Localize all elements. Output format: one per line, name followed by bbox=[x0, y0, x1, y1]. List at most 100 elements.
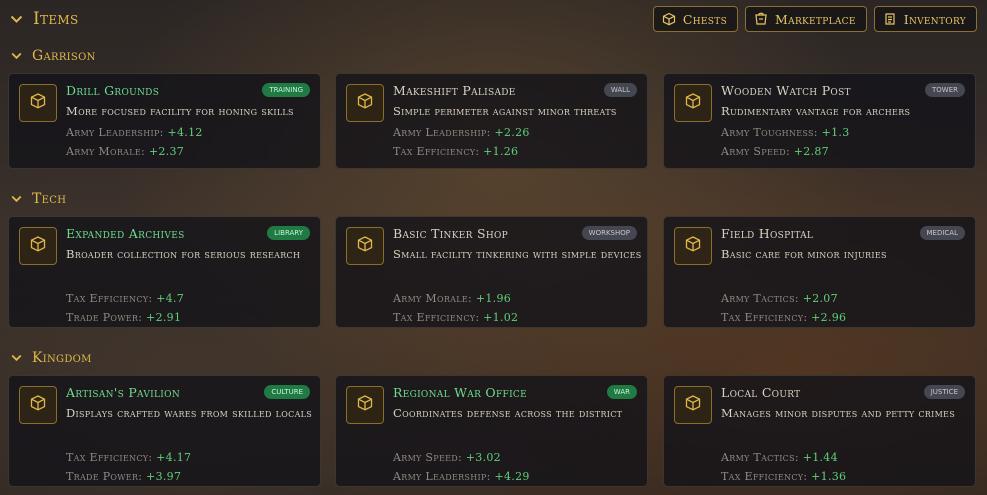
item-name: Artisan's Pavilion bbox=[66, 385, 180, 400]
stat-label: Tax Efficiency: bbox=[393, 145, 479, 158]
chevron-down-icon[interactable] bbox=[9, 192, 23, 206]
item-type-badge: library bbox=[267, 226, 310, 240]
item-description: Rudimentary vantage for archers bbox=[721, 103, 971, 119]
item-icon-frame bbox=[19, 84, 57, 122]
item-card[interactable]: Basic Tinker ShopworkshopSmall facility … bbox=[335, 216, 648, 328]
item-name: Drill Grounds bbox=[66, 83, 159, 98]
item-name: Wooden Watch Post bbox=[721, 83, 851, 98]
stat-value: +1.44 bbox=[803, 451, 838, 464]
item-stat: Tax Efficiency: +2.96 bbox=[721, 311, 846, 324]
cube-icon bbox=[29, 92, 47, 114]
stat-value: +4.17 bbox=[156, 451, 191, 464]
item-stat: Tax Efficiency: +1.36 bbox=[721, 470, 846, 483]
item-card[interactable]: Expanded Archives library Broader collecti… bbox=[8, 216, 321, 328]
item-description: Displays crafted wares from skilled loca… bbox=[66, 405, 316, 421]
chests-label: Chests bbox=[683, 12, 727, 27]
item-name: Makeshift Palisade bbox=[393, 83, 516, 98]
stat-label: Tax Efficiency: bbox=[393, 311, 479, 324]
item-stat: Army Leadership: +4.29 bbox=[393, 470, 530, 483]
section-header[interactable]: Kingdom bbox=[9, 350, 92, 366]
marketplace-label: Marketplace bbox=[775, 12, 856, 27]
item-stat: Army Morale: +1.96 bbox=[393, 292, 511, 305]
item-stat: Army Tactics: +2.07 bbox=[721, 292, 838, 305]
item-card[interactable]: Field HospitalmedicalBasic care for mino… bbox=[663, 216, 976, 328]
stat-label: Army Leadership: bbox=[66, 126, 164, 139]
stat-value: +3.02 bbox=[466, 451, 501, 464]
stat-label: Army Tactics: bbox=[721, 451, 799, 464]
cube-icon bbox=[684, 235, 702, 257]
item-description: Coordinates defense across the district bbox=[393, 405, 643, 421]
chests-button[interactable]: Chests bbox=[653, 6, 738, 32]
inventory-label: Inventory bbox=[904, 12, 966, 27]
chevron-down-icon[interactable] bbox=[9, 351, 23, 365]
page-title: Items bbox=[33, 9, 79, 29]
item-card[interactable]: Artisan's PavilioncultureDisplays crafte… bbox=[8, 375, 321, 487]
stat-value: +1.02 bbox=[483, 311, 518, 324]
item-description: Broader collection for serious research bbox=[66, 246, 316, 262]
item-name: Field Hospital bbox=[721, 226, 813, 241]
item-name: Regional War Office bbox=[393, 385, 527, 400]
item-stat: Tax Efficiency: +4.7 bbox=[66, 292, 184, 305]
item-stat: Army Speed: +2.87 bbox=[721, 145, 829, 158]
item-stat: Army Toughness: +1.3 bbox=[721, 126, 850, 139]
chevron-down-icon[interactable] bbox=[9, 12, 23, 26]
item-type-badge: training bbox=[262, 83, 310, 97]
item-type-badge: tower bbox=[925, 83, 965, 97]
item-card[interactable]: Wooden Watch Post tower Rudimentary vantag… bbox=[663, 73, 976, 169]
item-icon-frame bbox=[346, 386, 384, 424]
item-card[interactable]: Makeshift PalisadewallSimple perimeter a… bbox=[335, 73, 648, 169]
section-header[interactable]: Tech bbox=[9, 191, 66, 207]
stat-value: +4.7 bbox=[156, 292, 184, 305]
cube-icon bbox=[356, 235, 374, 257]
item-description: Basic care for minor injuries bbox=[721, 246, 971, 262]
item-type-badge: wall bbox=[604, 83, 637, 97]
stat-label: Army Speed: bbox=[721, 145, 790, 158]
item-stat: Trade Power: +2.91 bbox=[66, 311, 181, 324]
item-stat: Trade Power: +3.97 bbox=[66, 470, 181, 483]
items-header[interactable]: Items bbox=[9, 9, 79, 29]
stat-label: Trade Power: bbox=[66, 311, 142, 324]
item-card[interactable]: Drill GroundstrainingMore focused facili… bbox=[8, 73, 321, 169]
stat-value: +3.97 bbox=[146, 470, 181, 483]
item-stat: Tax Efficiency: +1.26 bbox=[393, 145, 518, 158]
item-name: Expanded Archives bbox=[66, 226, 185, 241]
item-card[interactable]: Regional War Office war Coordinates defens… bbox=[335, 375, 648, 487]
stat-label: Army Toughness: bbox=[721, 126, 818, 139]
stat-value: +2.07 bbox=[803, 292, 838, 305]
stat-value: +2.26 bbox=[494, 126, 529, 139]
inventory-button[interactable]: Inventory bbox=[874, 6, 977, 32]
item-card[interactable]: Local Court justice Manages minor disputes… bbox=[663, 375, 976, 487]
stat-label: Army Speed: bbox=[393, 451, 462, 464]
stat-label: Tax Efficiency: bbox=[66, 292, 152, 305]
item-icon-frame bbox=[19, 386, 57, 424]
item-type-badge: justice bbox=[924, 385, 965, 399]
item-stat: Army Morale: +2.37 bbox=[66, 145, 184, 158]
scroll-icon bbox=[883, 12, 897, 26]
stat-label: Army Leadership: bbox=[393, 126, 491, 139]
cube-icon bbox=[29, 394, 47, 416]
item-stat: Army Leadership: +2.26 bbox=[393, 126, 530, 139]
stat-label: Trade Power: bbox=[66, 470, 142, 483]
section-header[interactable]: Garrison bbox=[9, 48, 96, 64]
stat-label: Tax Efficiency: bbox=[721, 311, 807, 324]
stat-value: +1.36 bbox=[811, 470, 846, 483]
item-icon-frame bbox=[19, 227, 57, 265]
chevron-down-icon[interactable] bbox=[9, 49, 23, 63]
item-icon-frame bbox=[346, 84, 384, 122]
item-icon-frame bbox=[674, 386, 712, 424]
marketplace-button[interactable]: Marketplace bbox=[745, 6, 867, 32]
item-name: Local Court bbox=[721, 385, 800, 400]
item-type-badge: war bbox=[607, 385, 637, 399]
item-description: Manages minor disputes and petty crimes bbox=[721, 405, 971, 421]
stat-value: +1.96 bbox=[476, 292, 511, 305]
stat-label: Tax Efficiency: bbox=[721, 470, 807, 483]
section-title: Garrison bbox=[32, 48, 96, 64]
item-stat: Army Leadership: +4.12 bbox=[66, 126, 203, 139]
stat-value: +2.87 bbox=[794, 145, 829, 158]
stat-label: Army Tactics: bbox=[721, 292, 799, 305]
item-stat: Tax Efficiency: +4.17 bbox=[66, 451, 191, 464]
item-icon-frame bbox=[674, 227, 712, 265]
stat-value: +4.12 bbox=[167, 126, 202, 139]
stat-label: Army Morale: bbox=[66, 145, 145, 158]
cube-icon bbox=[684, 92, 702, 114]
